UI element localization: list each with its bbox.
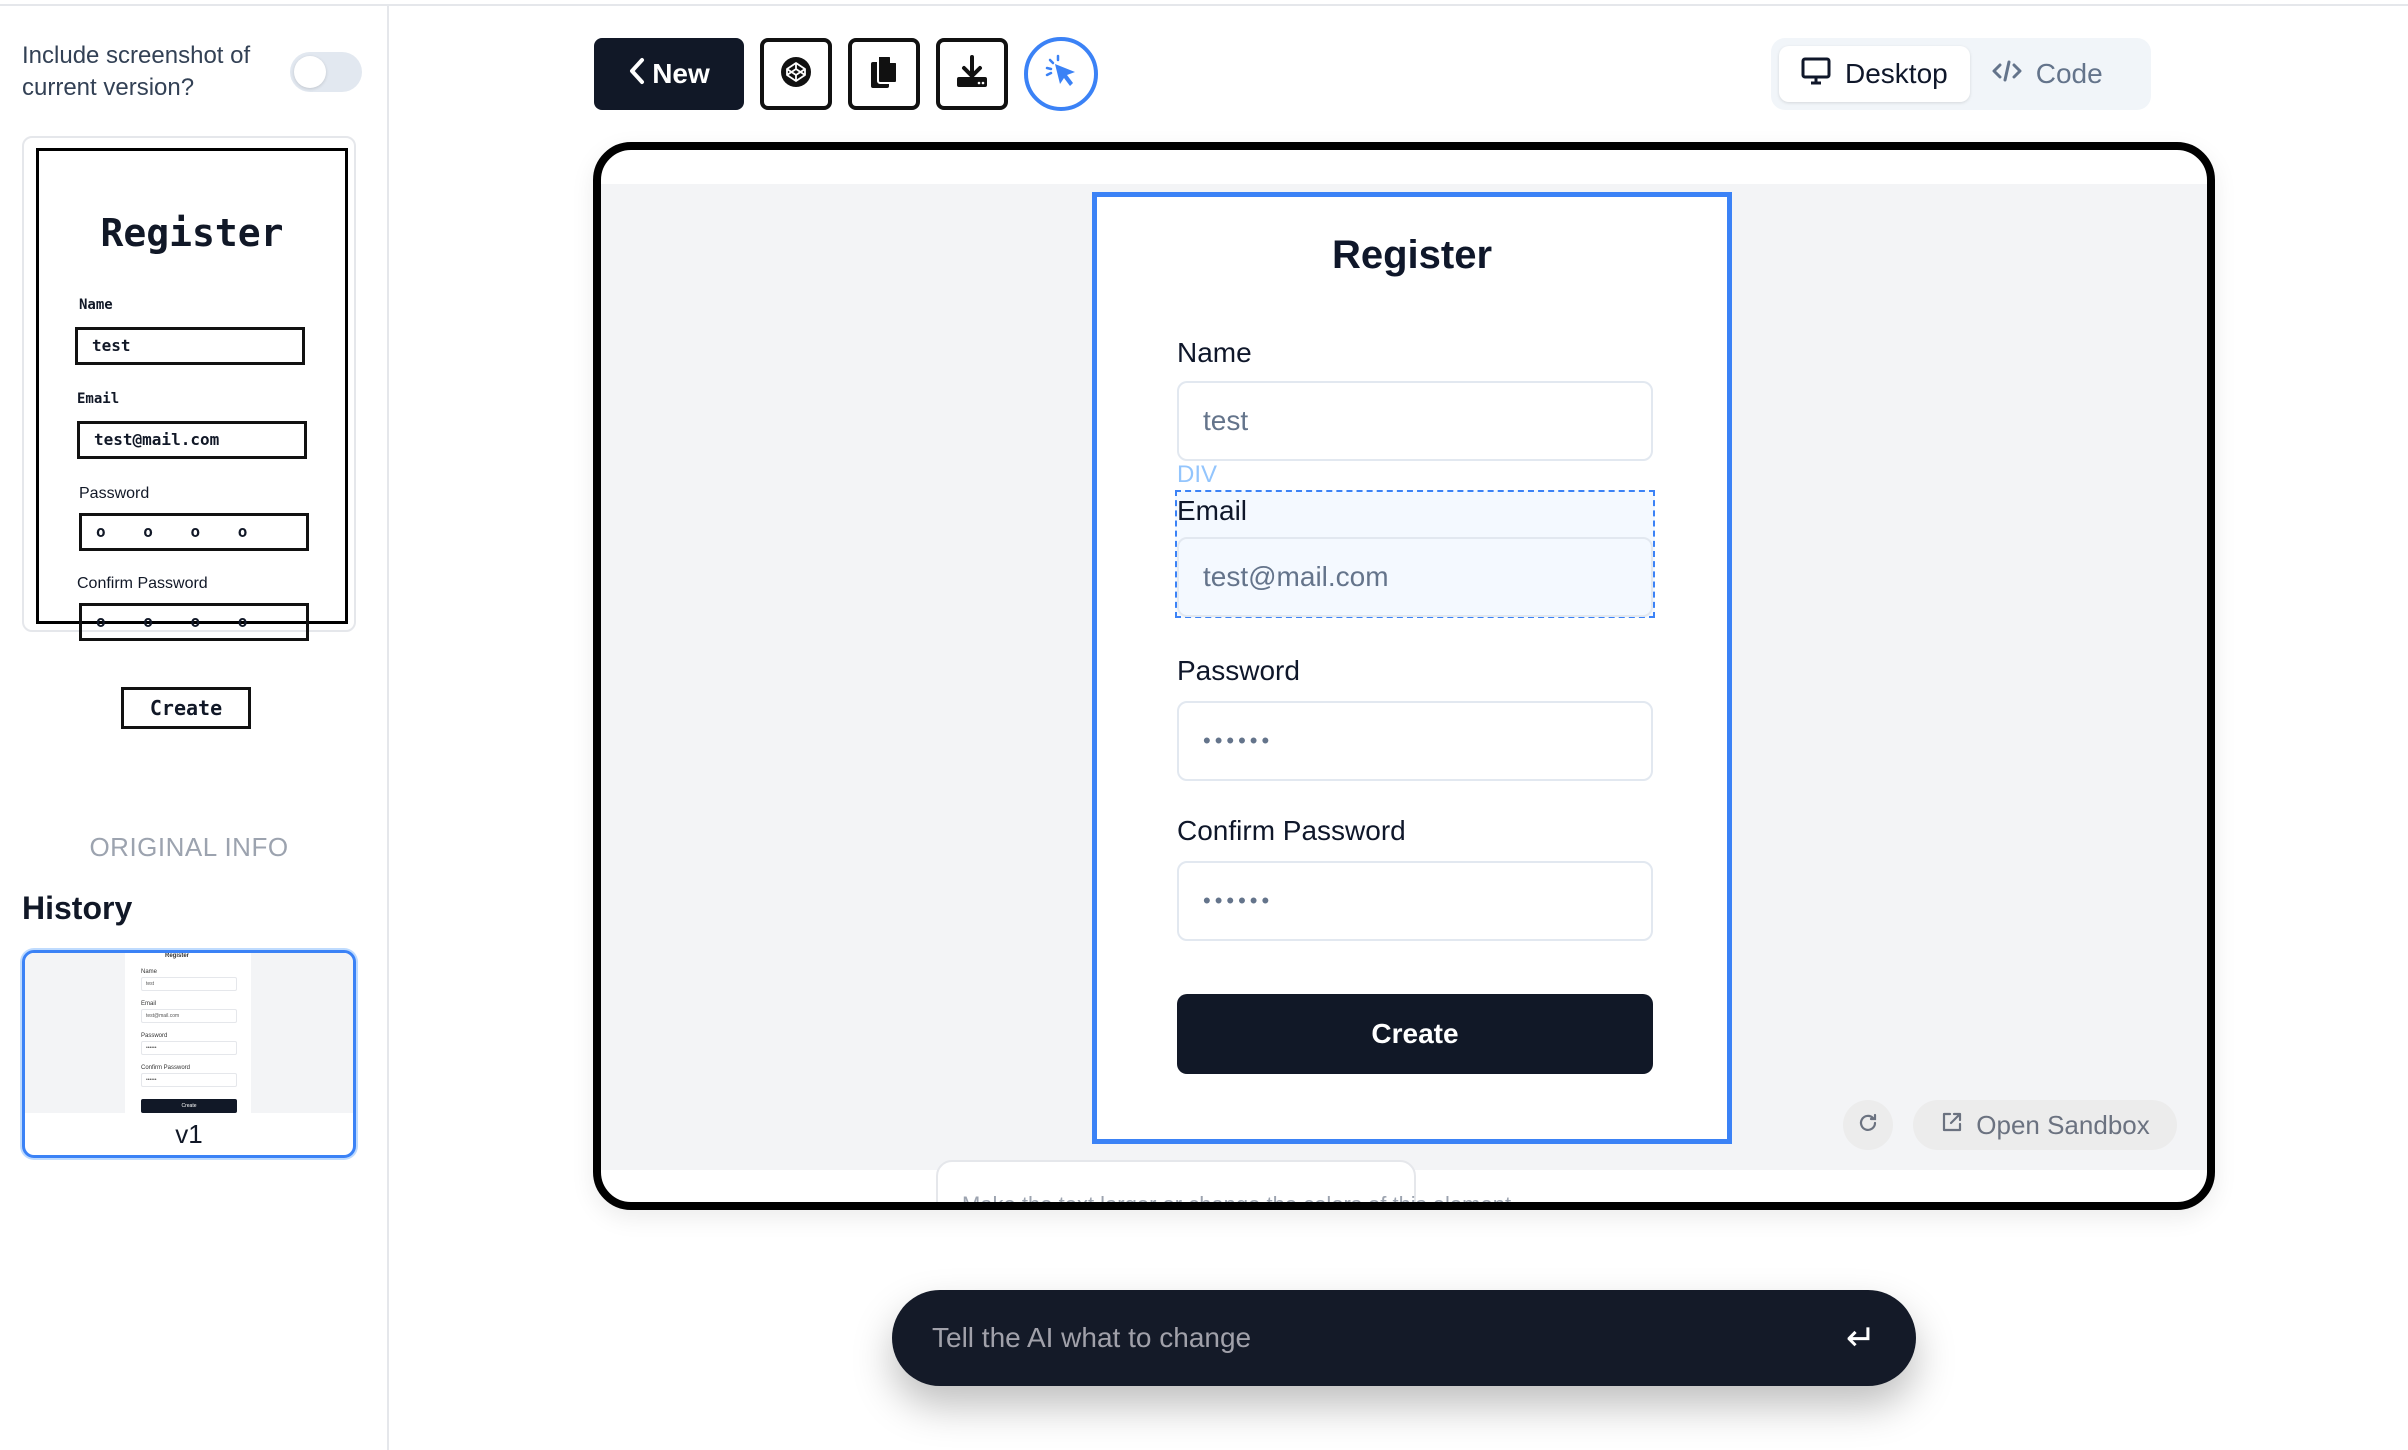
name-input[interactable]: test <box>1177 381 1653 461</box>
external-link-icon <box>1940 1110 1964 1141</box>
bottom-fade <box>391 1380 2408 1450</box>
create-button[interactable]: Create <box>1177 994 1653 1074</box>
codepen-icon <box>780 56 812 93</box>
tab-desktop-label: Desktop <box>1845 58 1948 89</box>
thumb-label: Email <box>141 1001 157 1007</box>
original-sketch-card[interactable]: Register Name test Email test@mail.com P… <box>22 136 356 729</box>
sketch-title: Register <box>100 211 284 255</box>
sketch-label-email: Email <box>77 391 120 407</box>
include-screenshot-toggle[interactable] <box>290 52 362 92</box>
thumb-label: Name <box>141 969 158 975</box>
password-input[interactable]: •••••• <box>1177 701 1653 781</box>
thumb-title: Register <box>165 953 190 959</box>
email-label: Email <box>1177 495 1248 526</box>
sketch-input-name: test <box>75 327 305 365</box>
thumb-input: •••••• <box>141 1073 237 1087</box>
new-button-label: New <box>652 58 710 89</box>
ai-instruction-input[interactable]: Tell the AI what to change ↵ <box>892 1290 1916 1386</box>
screenshot-toggle-row: Include screenshot of current version? <box>22 40 362 104</box>
thumb-input: test <box>141 977 237 991</box>
ai-instruction-placeholder: Tell the AI what to change <box>932 1322 1252 1353</box>
sketch-label-password: Password <box>79 485 150 502</box>
open-sandbox-label: Open Sandbox <box>1976 1109 2150 1140</box>
thumb-label: Confirm Password <box>141 1065 191 1071</box>
sketch-label-confirm: Confirm Password <box>77 575 208 592</box>
history-thumbnail-form: Register Name test Email test@mail.com P… <box>125 953 251 1113</box>
codepen-button[interactable] <box>760 38 832 110</box>
download-icon <box>955 54 989 94</box>
copy-icon <box>869 54 899 95</box>
thumb-input: test@mail.com <box>141 1009 237 1023</box>
register-form-preview[interactable]: Register Name test DIV Email test@mail.c… <box>1092 192 1732 1144</box>
sketch-create-button: Create <box>121 687 251 729</box>
element-edit-popup[interactable]: Make the text larger or change the color… <box>936 1160 1517 1202</box>
sketch-input-email: test@mail.com <box>77 421 307 459</box>
code-icon <box>1992 58 2022 90</box>
download-button[interactable] <box>936 38 1008 110</box>
preview-canvas: Register Name test DIV Email test@mail.c… <box>601 184 2207 1170</box>
open-sandbox-button[interactable]: Open Sandbox <box>1913 1100 2177 1150</box>
thumb-label: Password <box>141 1033 168 1039</box>
selected-element-tag: DIV <box>1177 461 1218 488</box>
original-info-label: ORIGINAL INFO <box>89 832 289 862</box>
confirm-password-label: Confirm Password <box>1177 815 1406 846</box>
new-button[interactable]: New <box>594 38 744 110</box>
element-edit-placeholder: Make the text larger or change the color… <box>962 1192 1518 1210</box>
tab-code-label: Code <box>2035 58 2103 89</box>
preview-frame: Register Name test DIV Email test@mail.c… <box>593 142 2215 1210</box>
refresh-button[interactable] <box>1843 1100 1893 1150</box>
sketch-input-confirm: o o o o <box>79 603 309 641</box>
original-sketch: Register Name test Email test@mail.com P… <box>36 148 348 729</box>
screenshot-toggle-label: Include screenshot of current version? <box>22 42 251 101</box>
enter-icon[interactable]: ↵ <box>1846 1317 1876 1359</box>
select-element-button[interactable] <box>1024 37 1098 111</box>
password-label: Password <box>1177 655 1300 686</box>
thumb-input: •••••• <box>141 1041 237 1055</box>
register-title: Register <box>1331 233 1493 277</box>
sketch-label-name: Name <box>79 297 113 313</box>
select-element-icon <box>1041 52 1081 97</box>
email-input[interactable]: test@mail.com <box>1177 537 1653 617</box>
copy-button[interactable] <box>848 38 920 110</box>
sidebar: Include screenshot of current version? R… <box>0 6 389 1450</box>
thumb-button: Create <box>141 1099 237 1113</box>
history-item-v1[interactable]: Register Name test Email test@mail.com P… <box>22 950 356 1158</box>
chevron-left-icon <box>628 57 646 92</box>
history-version-label: v1 <box>175 1119 203 1149</box>
refresh-icon <box>1856 1111 1880 1140</box>
view-mode-toggle: Desktop Code <box>1771 38 2151 110</box>
confirm-password-input[interactable]: •••••• <box>1177 861 1653 941</box>
sketch-input-password: o o o o <box>79 513 309 551</box>
tab-code[interactable]: Code <box>1970 46 2125 102</box>
tab-desktop[interactable]: Desktop <box>1779 46 1970 102</box>
history-thumbnail: Register Name test Email test@mail.com P… <box>25 953 353 1113</box>
history-title: History <box>22 890 133 926</box>
name-label: Name <box>1177 337 1252 368</box>
toggle-knob <box>294 56 326 88</box>
monitor-icon <box>1801 57 1831 92</box>
